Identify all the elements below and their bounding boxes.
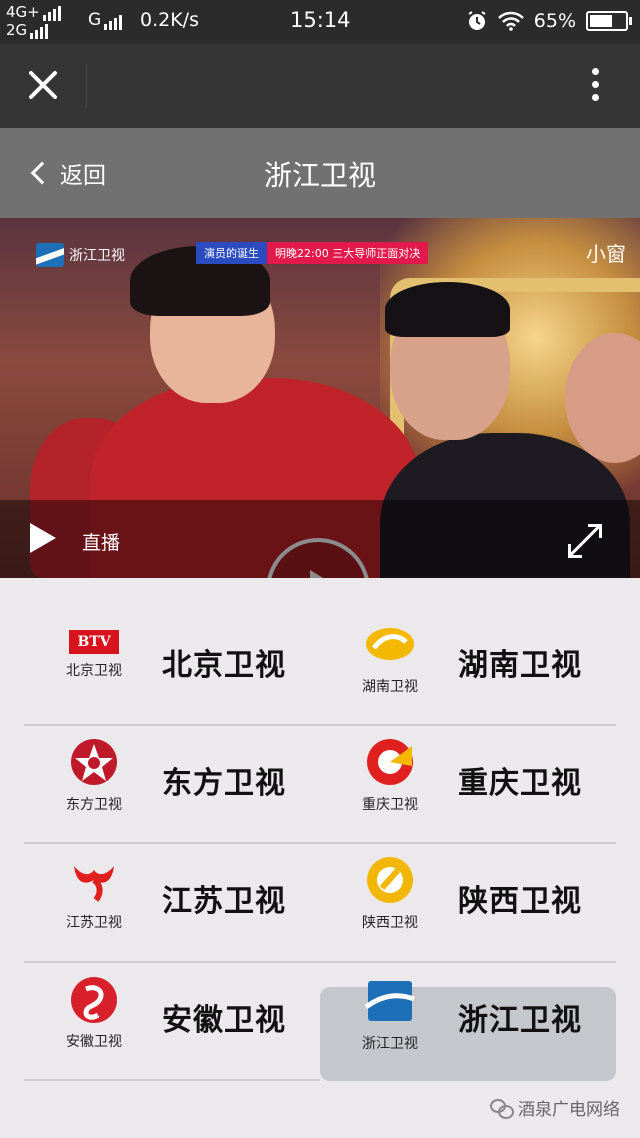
network-indicator: 4G+ 2G <box>6 4 63 40</box>
channel-logo: 浙江卫视 <box>36 243 125 267</box>
small-window-button[interactable]: 小窗 <box>586 238 626 267</box>
wechat-icon <box>490 1098 514 1119</box>
banner-left: 演员的诞生 <box>196 242 267 264</box>
anhui-logo-icon <box>71 977 117 1023</box>
channel-logo-text: 江苏卫视 <box>66 915 122 931</box>
channel-logo-text: 浙江卫视 <box>69 248 125 264</box>
status-bar: 4G+ 2G G 0.2K/s 15:14 65% <box>0 0 640 44</box>
dongfang-logo-icon <box>71 739 117 785</box>
network-speed: 0.2K/s <box>140 9 199 31</box>
program-banner: 演员的诞生 明晚22:00 三大导师正面对决 <box>196 242 429 264</box>
channel-item-zhejiang[interactable]: 浙江卫视 浙江卫视 <box>320 981 616 1081</box>
status-right: 65% <box>466 7 632 35</box>
clock: 15:14 <box>290 8 351 32</box>
zhejiang-logo-icon <box>364 981 415 1021</box>
divider <box>86 64 87 108</box>
channel-logo: 湖南卫视 <box>342 618 438 696</box>
channel-item-jiangsu[interactable]: 江苏卫视 江苏卫视 <box>24 844 320 962</box>
page-title: 浙江卫视 <box>263 159 376 192</box>
play-icon[interactable] <box>30 523 56 553</box>
hunan-logo-icon <box>366 628 414 660</box>
channel-logo: 重庆卫视 <box>342 736 438 814</box>
alarm-icon <box>468 11 486 30</box>
channel-item-chongqing[interactable]: 重庆卫视 重庆卫视 <box>320 726 616 844</box>
channel-logo: 安徽卫视 <box>46 973 142 1051</box>
channel-logo: BTV 北京卫视 <box>46 618 142 680</box>
channel-logo-text: 湖南卫视 <box>362 679 418 695</box>
channel-name: 湖南卫视 <box>458 648 582 683</box>
wifi-icon <box>497 11 524 31</box>
banner-right: 明晚22:00 三大导师正面对决 <box>267 242 429 264</box>
watermark: 酒泉广电网络 <box>490 1095 620 1120</box>
channel-logo-text: 北京卫视 <box>66 663 122 679</box>
top-bar <box>0 44 640 128</box>
channel-item-anhui[interactable]: 安徽卫视 安徽卫视 <box>24 963 320 1081</box>
channel-name: 陕西卫视 <box>458 884 582 919</box>
channel-name: 东方卫视 <box>162 766 286 801</box>
nav-bar: 返回 浙江卫视 <box>0 128 640 218</box>
battery-icon <box>586 11 632 31</box>
channel-logo-text: 重庆卫视 <box>362 797 418 813</box>
channel-logo-text: 安徽卫视 <box>66 1034 122 1050</box>
video-player[interactable]: 浙江卫视 演员的诞生 明晚22:00 三大导师正面对决 小窗 直播 <box>0 218 640 578</box>
jiangsu-logo-icon <box>74 866 114 902</box>
channel-name: 北京卫视 <box>162 648 286 683</box>
channel-name: 江苏卫视 <box>162 884 286 919</box>
channel-logo-text: 东方卫视 <box>66 797 122 813</box>
watermark-text: 酒泉广电网络 <box>518 1100 620 1120</box>
network-type-2g: 2G <box>6 21 28 39</box>
video-control-bar: 直播 <box>0 500 640 578</box>
channel-logo: 东方卫视 <box>46 736 142 814</box>
channel-logo-text: 浙江卫视 <box>362 1036 418 1052</box>
channel-item-hunan[interactable]: 湖南卫视 湖南卫视 <box>320 608 616 726</box>
channel-logo: 陕西卫视 <box>342 854 438 932</box>
zhejiang-logo-icon <box>36 243 64 267</box>
live-label: 直播 <box>82 532 121 554</box>
channel-name: 浙江卫视 <box>458 1003 582 1038</box>
more-vertical-icon[interactable] <box>592 68 600 104</box>
battery-percent: 65% <box>533 10 576 32</box>
network-type-4g: 4G+ <box>6 3 40 21</box>
close-icon[interactable] <box>26 68 60 102</box>
person-figure <box>385 282 510 337</box>
channel-name: 安徽卫视 <box>162 1003 286 1038</box>
btv-logo-icon: BTV <box>69 630 119 654</box>
channel-item-dongfang[interactable]: 东方卫视 东方卫视 <box>24 726 320 844</box>
channel-item-shaanxi[interactable]: 陕西卫视 陕西卫视 <box>320 844 616 962</box>
divider <box>24 1079 320 1081</box>
channel-name: 重庆卫视 <box>458 766 582 801</box>
signal-icon-3 <box>104 10 124 30</box>
g-label: G <box>88 10 102 30</box>
fullscreen-icon[interactable] <box>568 524 602 558</box>
channel-logo: 浙江卫视 <box>342 975 438 1053</box>
chongqing-logo-icon <box>367 739 413 785</box>
channel-item-beijing[interactable]: BTV 北京卫视 北京卫视 <box>24 608 320 726</box>
shaanxi-logo-icon <box>367 857 413 903</box>
channel-logo: 江苏卫视 <box>46 854 142 932</box>
channel-logo-text: 陕西卫视 <box>362 915 418 931</box>
signal-icon <box>42 4 63 21</box>
g-signal: G <box>88 10 124 30</box>
signal-icon-2 <box>30 22 50 39</box>
